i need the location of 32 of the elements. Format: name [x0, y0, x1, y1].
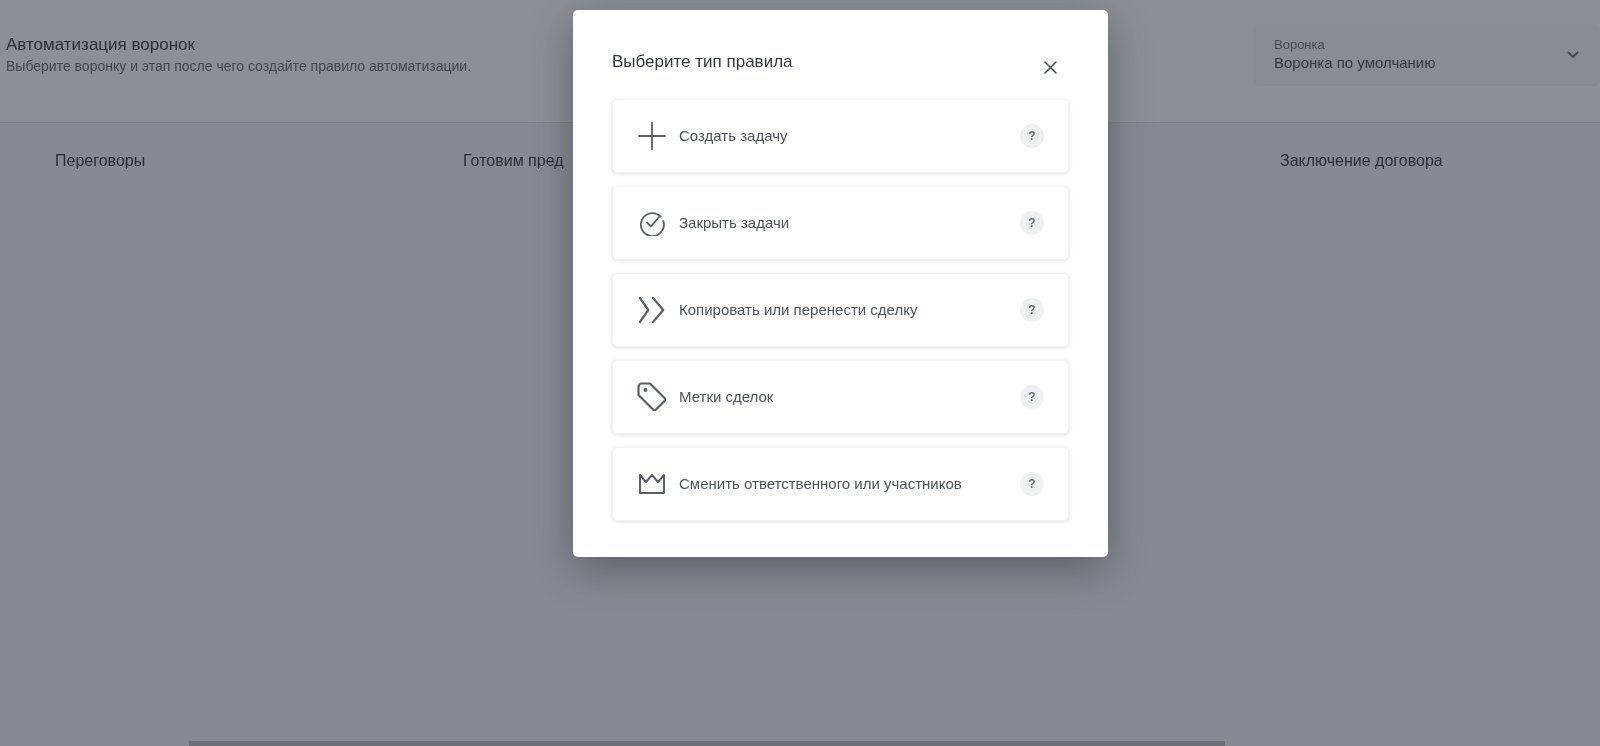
- help-button[interactable]: ?: [1020, 385, 1044, 409]
- help-button[interactable]: ?: [1020, 298, 1044, 322]
- stage-title: Переговоры: [55, 152, 146, 169]
- option-label: Сменить ответственного или участников: [679, 474, 963, 494]
- stage-title: Готовим пред: [463, 152, 564, 169]
- select-value: Воронка по умолчанию: [1274, 53, 1436, 73]
- rule-type-option[interactable]: Закрыть задачи ?: [612, 186, 1069, 260]
- help-button[interactable]: ?: [1020, 124, 1044, 148]
- rule-type-option[interactable]: Копировать или перенести сделку ?: [612, 273, 1069, 347]
- plus-icon: [638, 122, 666, 150]
- tag-icon: [637, 382, 667, 412]
- double-chevron-icon: [638, 296, 666, 324]
- close-icon: [1043, 60, 1057, 74]
- stage-title: Заключение договора: [1280, 152, 1443, 169]
- check-circle-icon: [639, 210, 665, 236]
- option-label: Метки сделок: [679, 387, 775, 407]
- rule-type-option[interactable]: Создать задачу ?: [612, 99, 1069, 173]
- page-title: Автоматизация воронок: [6, 34, 196, 56]
- option-label: Закрыть задачи: [679, 213, 791, 233]
- rule-type-option[interactable]: Сменить ответственного или участников ?: [612, 447, 1069, 521]
- option-label: Создать задачу: [679, 126, 789, 146]
- chevron-down-icon: [1567, 50, 1579, 59]
- page-subtitle: Выберите воронку и этап после чего создайте правило автоматизации.: [6, 57, 471, 76]
- scrollbar-thumb[interactable]: [189, 741, 1225, 746]
- help-button[interactable]: ?: [1020, 211, 1044, 235]
- crown-icon: [638, 473, 666, 495]
- rule-type-option[interactable]: Метки сделок ?: [612, 360, 1069, 434]
- option-label: Копировать или перенести сделку: [679, 300, 919, 320]
- help-button[interactable]: ?: [1020, 472, 1044, 496]
- select-label: Воронка: [1274, 36, 1326, 53]
- funnel-select[interactable]: Воронка Воронка по умолчанию: [1255, 25, 1598, 84]
- modal-title: Выберите тип правила: [612, 51, 793, 73]
